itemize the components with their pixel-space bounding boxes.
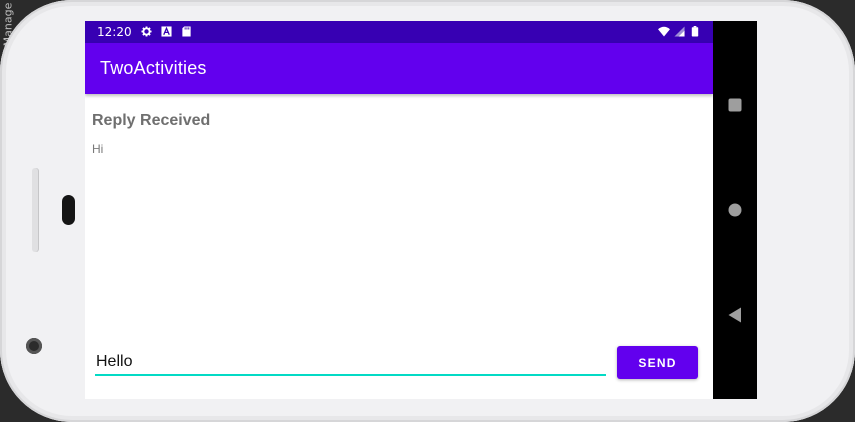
message-input[interactable] <box>95 350 606 376</box>
send-button[interactable]: SEND <box>617 346 698 379</box>
device-speaker <box>62 195 75 225</box>
device-screen: 12:20 TwoActivities Reply Received Hi He… <box>85 21 713 399</box>
reply-header: Reply Received <box>92 112 211 129</box>
app-title: TwoActivities <box>100 58 207 78</box>
home-button[interactable] <box>727 203 743 219</box>
device-side-button[interactable] <box>32 168 38 252</box>
emulator-device-frame: 12:20 TwoActivities Reply Received Hi He… <box>0 0 855 422</box>
home-circle-icon <box>728 203 742 217</box>
app-bar: TwoActivities <box>85 43 713 94</box>
overview-square-icon <box>728 98 742 112</box>
battery-icon <box>691 26 699 37</box>
overview-button[interactable] <box>727 98 743 114</box>
back-triangle-icon <box>728 307 741 323</box>
device-camera <box>26 338 42 354</box>
reply-text: Hi <box>92 142 104 156</box>
wifi-icon <box>658 26 670 37</box>
back-button[interactable] <box>727 307 743 323</box>
status-bar: 12:20 <box>85 21 713 43</box>
a-box-icon <box>161 26 172 37</box>
gear-icon <box>141 26 152 37</box>
signal-icon <box>674 26 685 37</box>
navigation-bar <box>713 21 757 399</box>
status-time: 12:20 <box>97 25 132 39</box>
sd-card-icon <box>182 26 191 37</box>
